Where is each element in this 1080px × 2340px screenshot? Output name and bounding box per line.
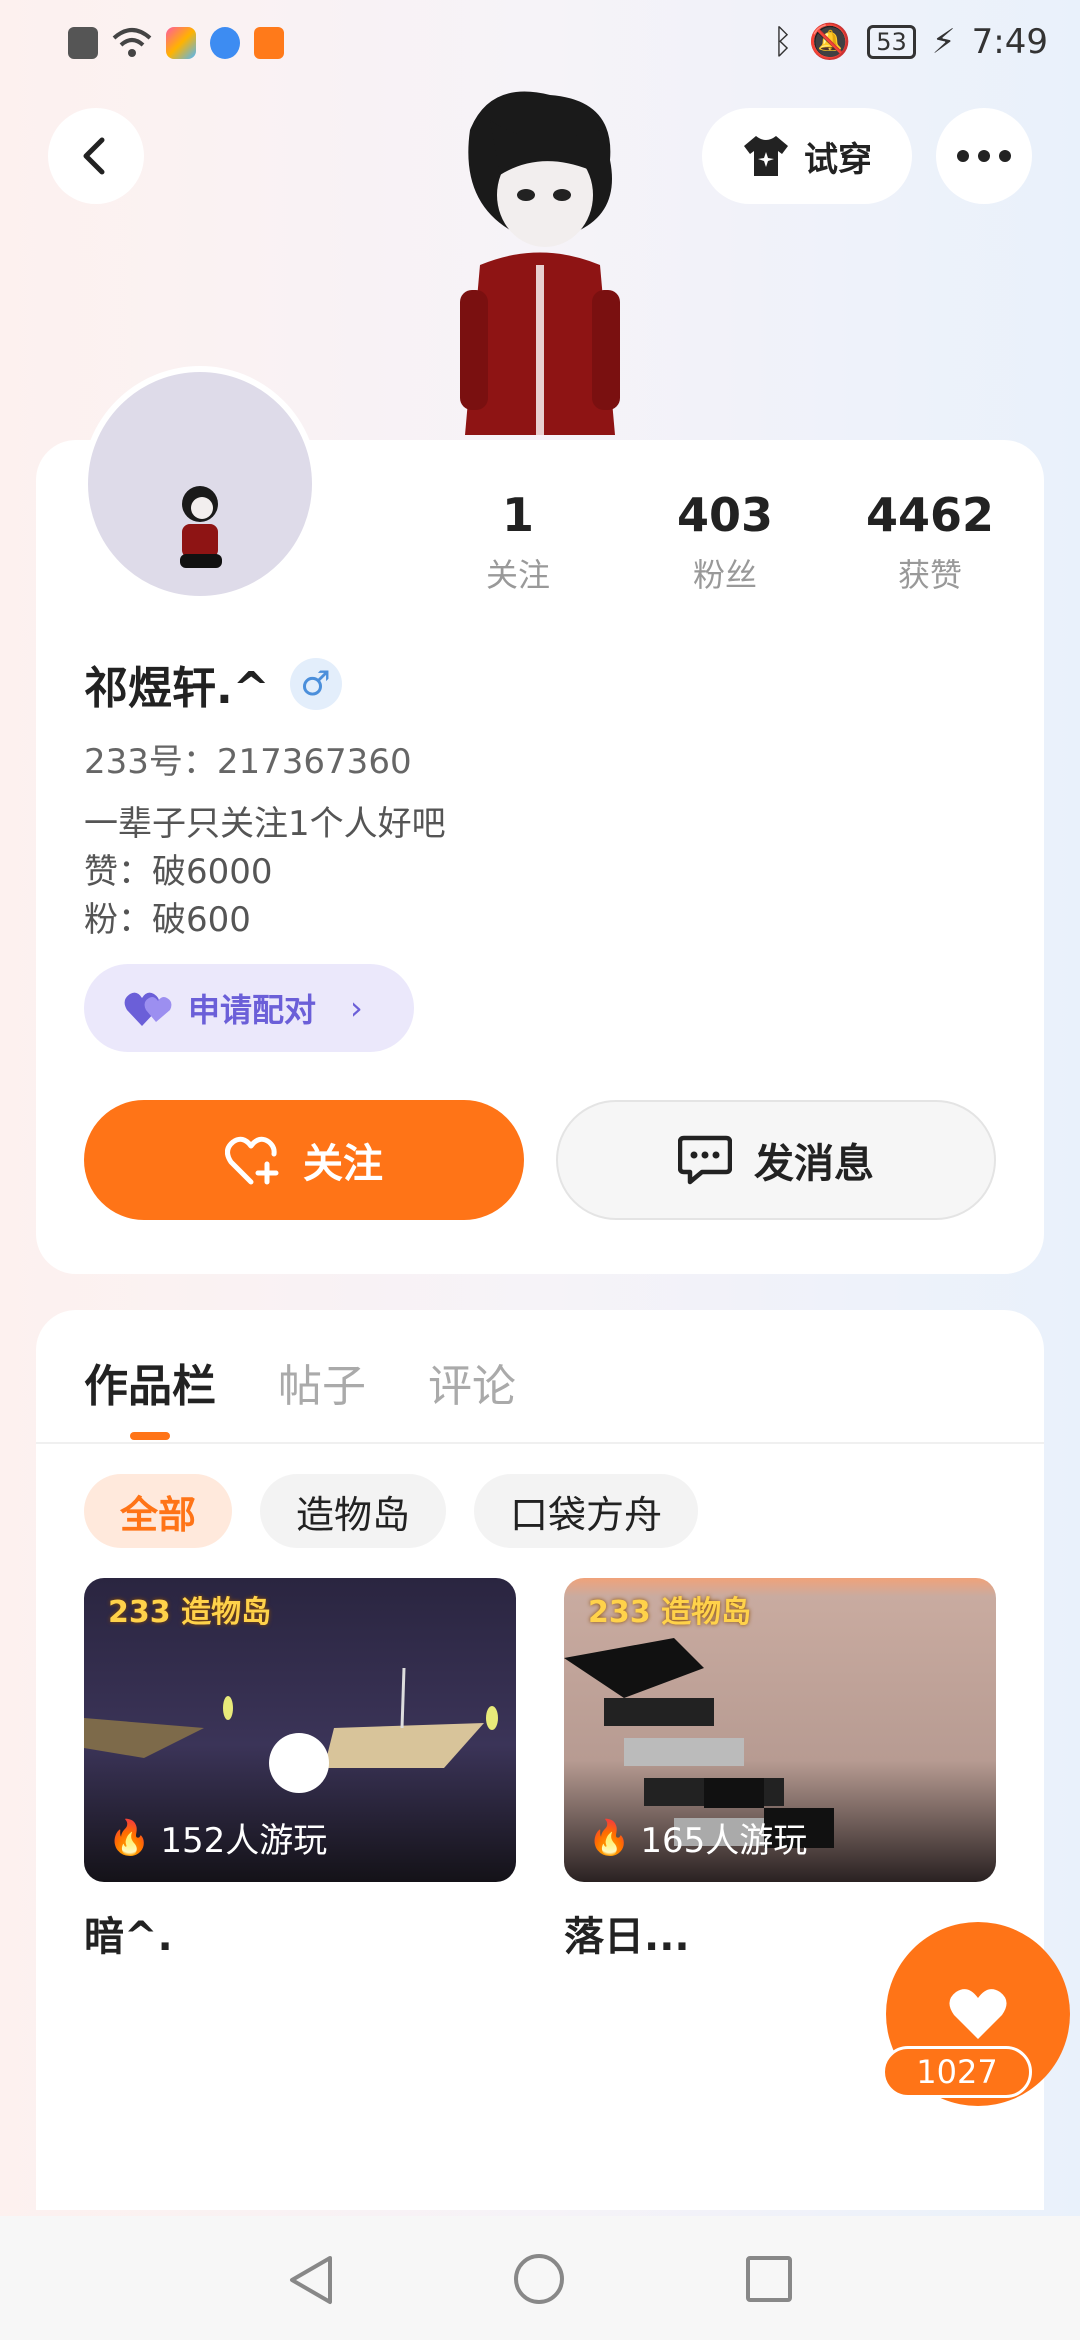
flame-icon: 🔥 xyxy=(588,1817,631,1858)
app-notification-icon xyxy=(166,27,196,59)
stat-value: 1 xyxy=(501,488,534,542)
game-title: 暗^. xyxy=(84,1914,173,1960)
shirt-icon xyxy=(744,136,788,176)
user-avatar[interactable] xyxy=(82,366,318,602)
mute-icon: 🔕 xyxy=(808,22,852,62)
filter-pocket-ark[interactable]: 口袋方舟 xyxy=(474,1474,699,1548)
bluetooth-icon: ᛒ xyxy=(772,22,793,62)
stat-following[interactable]: 1 关注 xyxy=(418,488,618,596)
charging-icon: ⚡ xyxy=(931,22,956,62)
player-count: 🔥 152人游玩 xyxy=(108,1813,327,1862)
bio-line: 粉：破600 xyxy=(84,900,251,940)
chevron-right-icon: › xyxy=(350,989,363,1027)
avatar-3d-figure[interactable] xyxy=(430,90,650,440)
try-on-button[interactable]: 试穿 xyxy=(702,108,912,204)
status-icons-right: ᛒ 🔕 53 ⚡ 7:49 xyxy=(772,22,1048,62)
stat-label: 关注 xyxy=(485,556,550,594)
bio-line: 赞：破6000 xyxy=(84,852,273,892)
double-heart-icon xyxy=(124,992,172,1026)
nav-recents-icon[interactable] xyxy=(746,2256,792,2302)
request-pair-label: 申请配对 xyxy=(188,991,317,1029)
nav-home-icon[interactable] xyxy=(514,2254,564,2304)
stat-label: 获赞 xyxy=(897,556,962,594)
system-nav-bar xyxy=(0,2216,1080,2340)
more-dots-icon xyxy=(957,150,1011,162)
try-on-label: 试穿 xyxy=(804,139,872,180)
more-options-button[interactable] xyxy=(936,108,1032,204)
stat-fans[interactable]: 403 粉丝 xyxy=(625,488,825,596)
request-pair-button[interactable]: 申请配对 › xyxy=(84,964,414,1052)
battery-indicator: 53 xyxy=(867,25,916,59)
flame-icon: 🔥 xyxy=(108,1817,151,1858)
alert-icon xyxy=(68,27,98,59)
follow-button[interactable]: 关注 xyxy=(84,1100,524,1220)
send-message-button[interactable]: 发消息 xyxy=(556,1100,996,1220)
username-row: 祁煜轩.^ ♂ xyxy=(84,652,342,716)
follow-label: 关注 xyxy=(303,1141,383,1187)
male-icon: ♂ xyxy=(289,658,342,710)
user-id[interactable]: 233号：217367360 xyxy=(84,734,412,783)
bio: 一辈子只关注1个人好吧 赞：破6000 粉：破600 xyxy=(84,800,446,944)
chat-bubble-icon xyxy=(678,1135,732,1185)
profile-tabs: 作品栏 帖子 评论 xyxy=(84,1350,516,1414)
tab-comments[interactable]: 评论 xyxy=(428,1350,516,1414)
video-notification-icon xyxy=(254,27,284,59)
game-thumbnail: 233 造物岛 🔥 165人游玩 xyxy=(564,1578,996,1882)
filter-all[interactable]: 全部 xyxy=(84,1474,233,1548)
tab-works[interactable]: 作品栏 xyxy=(84,1350,216,1414)
wifi-icon xyxy=(112,28,152,57)
status-icons-left xyxy=(68,26,284,60)
works-filter-chips: 全部 造物岛 口袋方舟 xyxy=(84,1474,699,1548)
send-message-label: 发消息 xyxy=(754,1141,874,1187)
233-logo: 233 造物岛 xyxy=(588,1595,752,1630)
nav-back-icon[interactable] xyxy=(286,2254,336,2306)
stat-label: 粉丝 xyxy=(692,556,757,594)
back-button[interactable] xyxy=(48,108,144,204)
like-count: 1027 xyxy=(882,2046,1032,2098)
player-count: 🔥 165人游玩 xyxy=(588,1813,807,1862)
tab-posts[interactable]: 帖子 xyxy=(278,1350,366,1414)
username: 祁煜轩.^ xyxy=(84,663,270,714)
stat-likes[interactable]: 4462 获赞 xyxy=(830,488,1030,596)
player-count-text: 152人游玩 xyxy=(160,1821,328,1861)
filter-creation-island[interactable]: 造物岛 xyxy=(260,1474,447,1548)
back-arrow-icon xyxy=(83,137,105,175)
avatar-mini-figure xyxy=(180,486,222,568)
233-logo: 233 造物岛 xyxy=(108,1595,272,1630)
browser-notification-icon xyxy=(210,27,240,59)
game-card[interactable]: 233 造物岛 🔥 165人游玩 落日... xyxy=(564,1578,996,1962)
clock: 7:49 xyxy=(971,22,1048,62)
bio-line: 一辈子只关注1个人好吧 xyxy=(84,804,446,844)
player-count-text: 165人游玩 xyxy=(640,1821,808,1861)
tabs-divider xyxy=(36,1442,1044,1444)
status-bar: ᛒ 🔕 53 ⚡ 7:49 xyxy=(0,0,1080,90)
game-card[interactable]: 233 造物岛 🔥 152人游玩 暗^. xyxy=(84,1578,516,1962)
heart-plus-icon xyxy=(225,1136,279,1185)
stat-value: 4462 xyxy=(865,488,995,542)
game-thumbnail: 233 造物岛 🔥 152人游玩 xyxy=(84,1578,516,1882)
stat-value: 403 xyxy=(676,488,774,542)
heart-icon xyxy=(949,1989,1007,2039)
active-tab-indicator xyxy=(130,1432,170,1440)
